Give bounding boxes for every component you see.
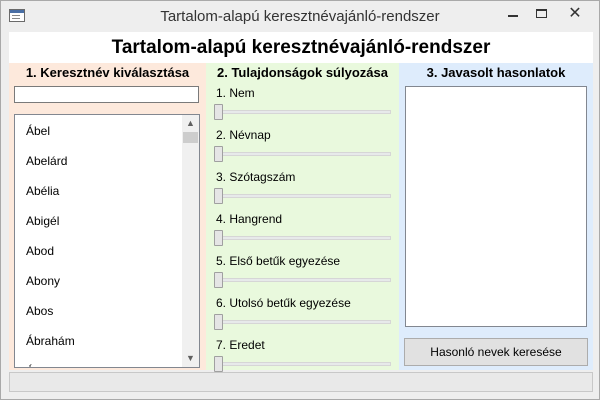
minimize-button[interactable] <box>499 2 527 24</box>
name-list-scrollbar[interactable]: ▲ ▼ <box>182 115 199 367</box>
weight-label: 6. Utolsó betűk egyezése <box>216 296 351 310</box>
name-list[interactable]: Á Ábrahám Abos Abony Abod Abigél Abélia Abelárd… <box>14 114 200 368</box>
app-window: Tartalom-alapú keresztnévajánló-rendszer… <box>0 0 600 400</box>
suggestions-heading: 3. Javasolt hasonlatok <box>426 65 566 80</box>
weight-slider[interactable] <box>214 188 391 204</box>
slider-track[interactable] <box>214 194 391 198</box>
list-item[interactable]: Abigél <box>26 214 59 228</box>
slider-track[interactable] <box>214 320 391 324</box>
weight-slider[interactable] <box>214 272 391 288</box>
list-item[interactable]: Abélia <box>26 184 59 198</box>
find-similar-names-button[interactable]: Hasonló nevek keresése <box>404 338 588 366</box>
slider-thumb[interactable] <box>214 104 223 120</box>
weight-slider[interactable] <box>214 146 391 162</box>
weight-label: 3. Szótagszám <box>216 170 296 184</box>
name-search-input[interactable] <box>14 86 199 103</box>
weight-slider[interactable] <box>214 356 391 372</box>
slider-thumb[interactable] <box>214 230 223 246</box>
list-item[interactable]: Abod <box>26 244 54 258</box>
close-icon: ✕ <box>568 5 582 22</box>
maximize-icon <box>535 8 547 18</box>
close-button[interactable]: ✕ <box>555 2 595 24</box>
list-item[interactable]: Á <box>26 364 34 367</box>
weight-label: 5. Első betűk egyezése <box>216 254 341 268</box>
suggestions-panel: 3. Javasolt hasonlatok Hasonló nevek ker… <box>399 63 593 370</box>
maximize-button[interactable] <box>527 2 555 24</box>
slider-thumb[interactable] <box>214 356 223 372</box>
slider-thumb[interactable] <box>214 188 223 204</box>
status-bar <box>9 372 593 392</box>
list-item[interactable]: Ábel <box>26 124 50 138</box>
minimize-icon <box>508 15 518 17</box>
slider-thumb[interactable] <box>214 314 223 330</box>
page-title: Tartalom-alapú keresztnévajánló-rendszer <box>111 37 491 58</box>
weight-label: 4. Hangrend <box>216 212 283 226</box>
weight-label: 2. Névnap <box>216 128 271 142</box>
weight-label: 7. Eredet <box>216 338 265 352</box>
weighting-panel: 2. Tulajdonságok súlyozása 1. Nem 2. Névn… <box>206 63 399 372</box>
slider-track[interactable] <box>214 236 391 240</box>
title-bar[interactable]: Tartalom-alapú keresztnévajánló-rendszer… <box>1 1 599 32</box>
slider-track[interactable] <box>214 278 391 282</box>
list-item[interactable]: Abony <box>26 274 60 288</box>
scroll-thumb[interactable] <box>183 132 198 143</box>
scroll-up-icon[interactable]: ▲ <box>182 115 199 132</box>
main-content: Tartalom-alapú keresztnévajánló-rendszer… <box>9 32 593 372</box>
weight-slider[interactable] <box>214 104 391 120</box>
name-selection-heading: 1. Keresztnév kiválasztása <box>25 65 190 80</box>
slider-track[interactable] <box>214 110 391 114</box>
list-item[interactable]: Ábrahám <box>26 334 75 348</box>
weight-slider[interactable] <box>214 314 391 330</box>
slider-thumb[interactable] <box>214 272 223 288</box>
list-item[interactable]: Abos <box>26 304 53 318</box>
weight-label: 1. Nem <box>216 86 255 100</box>
scroll-down-icon[interactable]: ▼ <box>182 350 199 367</box>
list-item[interactable]: Abelárd <box>26 154 67 168</box>
slider-track[interactable] <box>214 362 391 366</box>
weighting-heading: 2. Tulajdonságok súlyozása <box>217 65 388 80</box>
slider-thumb[interactable] <box>214 146 223 162</box>
weight-slider[interactable] <box>214 230 391 246</box>
name-selection-panel: 1. Keresztnév kiválasztása Á Ábrahám Abos A… <box>9 63 206 370</box>
suggested-names-list[interactable] <box>405 86 587 327</box>
slider-track[interactable] <box>214 152 391 156</box>
